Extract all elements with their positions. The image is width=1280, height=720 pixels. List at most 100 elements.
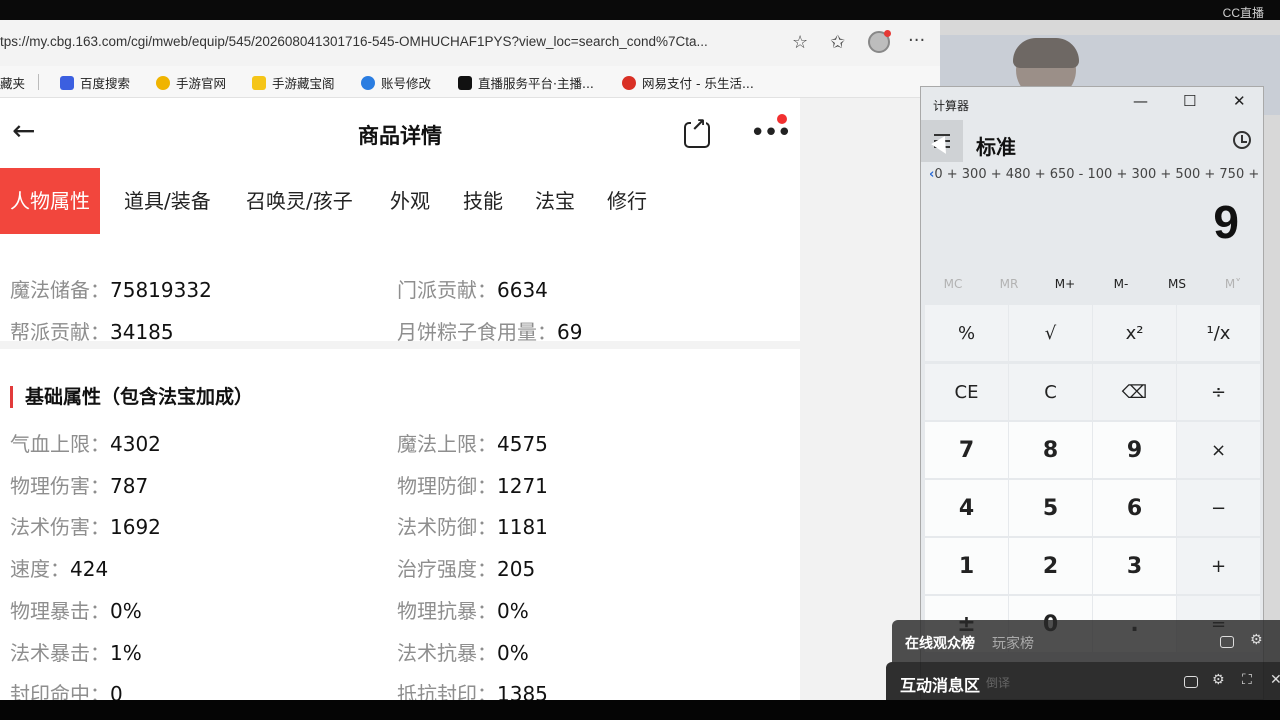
close-icon[interactable]: ✕ [1233,92,1246,110]
tab-summons-children[interactable]: 召唤灵/孩子 [246,168,353,234]
maximize-icon[interactable]: ☐ [1183,92,1196,110]
item-detail-page: ← 商品详情 ••• 人物属性 道具/装备 召唤灵/孩子 外观 技能 法宝 修行… [0,98,800,700]
bookmark-baidu[interactable]: 百度搜索 [60,73,130,92]
stat-value: 205 [497,557,536,581]
tab-skills[interactable]: 技能 [463,168,503,234]
section-divider [0,341,800,349]
page-title: 商品详情 [358,124,442,148]
key-square-button[interactable]: x² [1093,305,1176,361]
stat-value: 1385 [497,682,548,700]
cbg-icon [252,76,266,90]
key-divide-button[interactable]: ÷ [1177,364,1260,420]
share-icon[interactable] [684,117,710,148]
stat-row: 物理伤害：787 [10,470,148,499]
stat-row: 法术抗暴：0% [397,637,529,666]
settings-icon[interactable]: ⚙ [1250,632,1263,648]
more-menu-icon[interactable]: ··· [908,30,925,51]
stat-value: 0% [110,599,142,623]
stat-value: 1% [110,641,142,665]
key-six-button[interactable]: 6 [1093,480,1176,536]
tab-cultivation[interactable]: 修行 [607,168,647,234]
key-sqrt-button[interactable]: √ [1009,305,1092,361]
key-percent-button[interactable]: % [925,305,1008,361]
bottom-strip [0,700,1280,720]
history-icon[interactable] [1233,131,1251,149]
stat-value: 0% [497,641,529,665]
netease-pay-icon [622,76,636,90]
calculator-mode: 标准 [976,135,1016,159]
stat-value: 0 [110,682,123,700]
stat-value: 4302 [110,432,161,456]
key-subtract-button[interactable]: − [1177,480,1260,536]
key-multiply-button[interactable]: × [1177,422,1260,478]
key-one-button[interactable]: 1 [925,538,1008,594]
profile-badge [884,30,891,37]
close-icon[interactable]: ✕ [1270,672,1280,688]
memory-list-button[interactable]: M˅ [1205,277,1261,291]
lock-icon[interactable] [1220,636,1234,648]
bookmark-netease-pay[interactable]: 网易支付 - 乐生活... [622,73,754,92]
stat-magic-reserve: 魔法储备：75819332 [10,274,212,303]
memory-recall-button[interactable]: MR [981,277,1037,291]
bookmark-favorites[interactable]: 藏夹 [0,73,25,92]
key-nine-button[interactable]: 9 [1093,422,1176,478]
key-five-button[interactable]: 5 [1009,480,1092,536]
tab-treasures[interactable]: 法宝 [535,168,575,234]
stat-row: 物理暴击：0% [10,595,142,624]
stat-row: 法术伤害：1692 [10,511,161,540]
stat-key: 物理防御： [397,474,497,498]
screen: CC直播 tps://my.cbg.163.com/cgi/mweb/equip… [0,0,1280,720]
audience-panel: 在线观众榜 玩家榜 ⚙ [892,620,1280,662]
address-bar[interactable]: tps://my.cbg.163.com/cgi/mweb/equip/545/… [0,20,940,66]
tab-character-attributes[interactable]: 人物属性 [0,168,100,234]
page-margin [800,98,940,700]
message-panel: 互动消息区 倒译 ⚙ ⛶ ✕ [886,662,1280,700]
memory-clear-button[interactable]: MC [925,277,981,291]
key-reciprocal-button[interactable]: ¹/x [1177,305,1260,361]
key-clear-button[interactable]: C [1009,364,1092,420]
expression-text: 0 + 300 + 480 + 650 - 100 + 300 + 500 + … [934,167,1259,182]
key-eight-button[interactable]: 8 [1009,422,1092,478]
bookmark-cbg[interactable]: 手游藏宝阁 [252,73,335,92]
lock-icon[interactable] [1184,676,1198,688]
faded-message: 倒译 [986,676,1011,690]
settings-icon[interactable]: ⚙ [1212,672,1225,688]
stat-value: 0% [497,599,529,623]
key-backspace-button[interactable]: ⌫ [1093,364,1176,420]
url-text[interactable]: tps://my.cbg.163.com/cgi/mweb/equip/545/… [0,34,780,49]
browser-window: tps://my.cbg.163.com/cgi/mweb/equip/545/… [0,20,940,700]
favorite-star-icon[interactable]: ☆ [792,32,808,53]
tab-appearance[interactable]: 外观 [390,168,430,234]
expand-icon[interactable]: ⛶ [1242,672,1252,688]
key-clear-entry-button[interactable]: CE [925,364,1008,420]
memory-add-button[interactable]: M+ [1037,277,1093,291]
stat-key: 速度： [10,557,70,581]
stat-key: 气血上限： [10,432,110,456]
stat-value: 6634 [497,278,548,302]
stat-row: 速度：424 [10,553,108,582]
bookmark-account-edit[interactable]: 账号修改 [361,73,431,92]
stat-row: 法术防御：1181 [397,511,548,540]
stat-value: 75819332 [110,278,212,302]
notification-dot [777,114,787,124]
key-four-button[interactable]: 4 [925,480,1008,536]
key-add-button[interactable]: + [1177,538,1260,594]
favorites-list-icon[interactable]: ✩ [830,32,845,53]
key-two-button[interactable]: 2 [1009,538,1092,594]
memory-subtract-button[interactable]: M- [1093,277,1149,291]
tab-items-equipment[interactable]: 道具/装备 [124,168,211,234]
stream-logo: CC直播 [1222,6,1264,20]
bookmark-live-platform[interactable]: 直播服务平台·主播... [458,73,594,92]
stat-row: 治疗强度：205 [397,553,535,582]
stat-row: 法术暴击：1% [10,637,142,666]
minimize-icon[interactable]: — [1133,92,1148,110]
baidu-paw-icon [60,76,74,90]
key-seven-button[interactable]: 7 [925,422,1008,478]
stat-value: 1271 [497,474,548,498]
stat-row: 魔法上限：4575 [397,428,548,457]
tab-player-rank[interactable]: 玩家榜 [992,633,1034,653]
memory-store-button[interactable]: MS [1149,277,1205,291]
bookmark-game-site[interactable]: 手游官网 [156,73,226,92]
tab-online-audience[interactable]: 在线观众榜 [905,633,975,653]
key-three-button[interactable]: 3 [1093,538,1176,594]
